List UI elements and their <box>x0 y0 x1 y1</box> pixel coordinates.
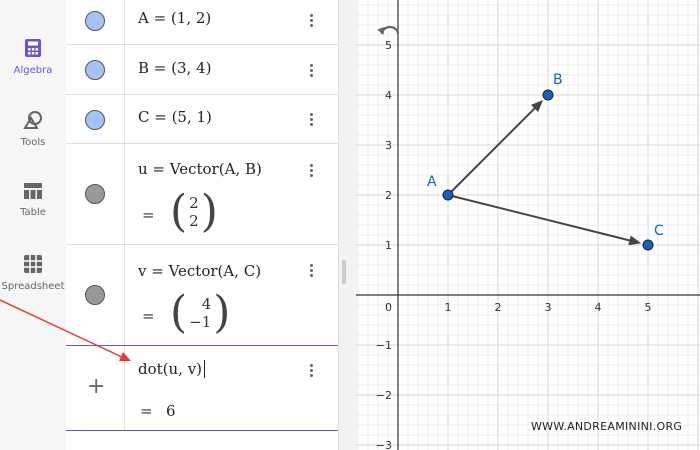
x-tick-label: 5 <box>645 301 652 314</box>
point-marker[interactable] <box>542 89 554 101</box>
add-icon[interactable]: + <box>87 374 105 399</box>
point-b[interactable]: B <box>542 72 563 101</box>
x-tick-label: 1 <box>445 301 452 314</box>
expression-text[interactable]: B = (3, 4) <box>138 59 211 77</box>
y-tick-label: −1 <box>376 339 392 352</box>
expression-text[interactable]: v = Vector(A, C) <box>138 262 261 280</box>
point-label: C <box>654 223 664 239</box>
x-tick-label: 3 <box>545 301 552 314</box>
point-label: A <box>427 174 437 190</box>
more-options-icon[interactable] <box>310 362 314 379</box>
y-tick-label: 2 <box>385 189 392 202</box>
more-options-icon[interactable] <box>310 62 314 79</box>
grid <box>356 0 700 450</box>
more-options-icon[interactable] <box>310 111 314 128</box>
watermark: WWW.ANDREAMININI.ORG <box>531 420 683 433</box>
vector-component-x: 4 <box>201 295 212 313</box>
dot-product-result: 6 <box>166 402 176 420</box>
expression-text[interactable]: C = (5, 1) <box>138 108 212 126</box>
equals-sign: = <box>142 307 155 325</box>
vector-line <box>447 103 540 196</box>
y-tick-label: −2 <box>376 389 392 402</box>
vector-arrowhead <box>628 235 642 246</box>
input-expression[interactable]: dot(u, v) <box>138 360 206 378</box>
equals-sign: = <box>142 206 155 224</box>
vector-component-x: 2 <box>189 194 199 212</box>
panel-divider[interactable] <box>338 0 357 450</box>
resize-handle[interactable] <box>342 260 346 284</box>
point-a[interactable]: A <box>427 174 454 201</box>
graphics-view[interactable]: 1 2 3 4 5 0 5 4 3 2 1 −1 −2 −3 A B C <box>356 0 700 450</box>
y-tick-label: 4 <box>385 89 392 102</box>
y-tick-label: 5 <box>385 39 392 52</box>
more-options-icon[interactable] <box>310 262 314 279</box>
y-tick-label: 1 <box>385 239 392 252</box>
point-marker[interactable] <box>442 189 454 201</box>
vector-value-v: ( 4 −1 ) <box>170 287 231 338</box>
point-c[interactable]: C <box>642 223 664 251</box>
y-tick-label: 3 <box>385 139 392 152</box>
x-tick-label: 2 <box>495 301 502 314</box>
expression-text[interactable]: A = (1, 2) <box>138 9 211 27</box>
expression-text[interactable]: u = Vector(A, B) <box>138 160 262 178</box>
vector-value-u: ( 2 2 ) <box>170 186 218 237</box>
vectors <box>447 99 642 246</box>
vector-component-y: −1 <box>189 313 212 331</box>
x-tick-label: 4 <box>595 301 602 314</box>
annotation-arrow <box>0 299 131 361</box>
text-cursor <box>204 360 206 378</box>
point-marker[interactable] <box>642 239 654 251</box>
vector-component-y: 2 <box>189 212 199 230</box>
equals-sign: = <box>140 402 153 420</box>
more-options-icon[interactable] <box>310 12 314 29</box>
y-tick-label: −3 <box>376 439 392 450</box>
more-options-icon[interactable] <box>310 162 314 179</box>
point-label: B <box>553 72 563 88</box>
origin-label: 0 <box>385 301 392 314</box>
